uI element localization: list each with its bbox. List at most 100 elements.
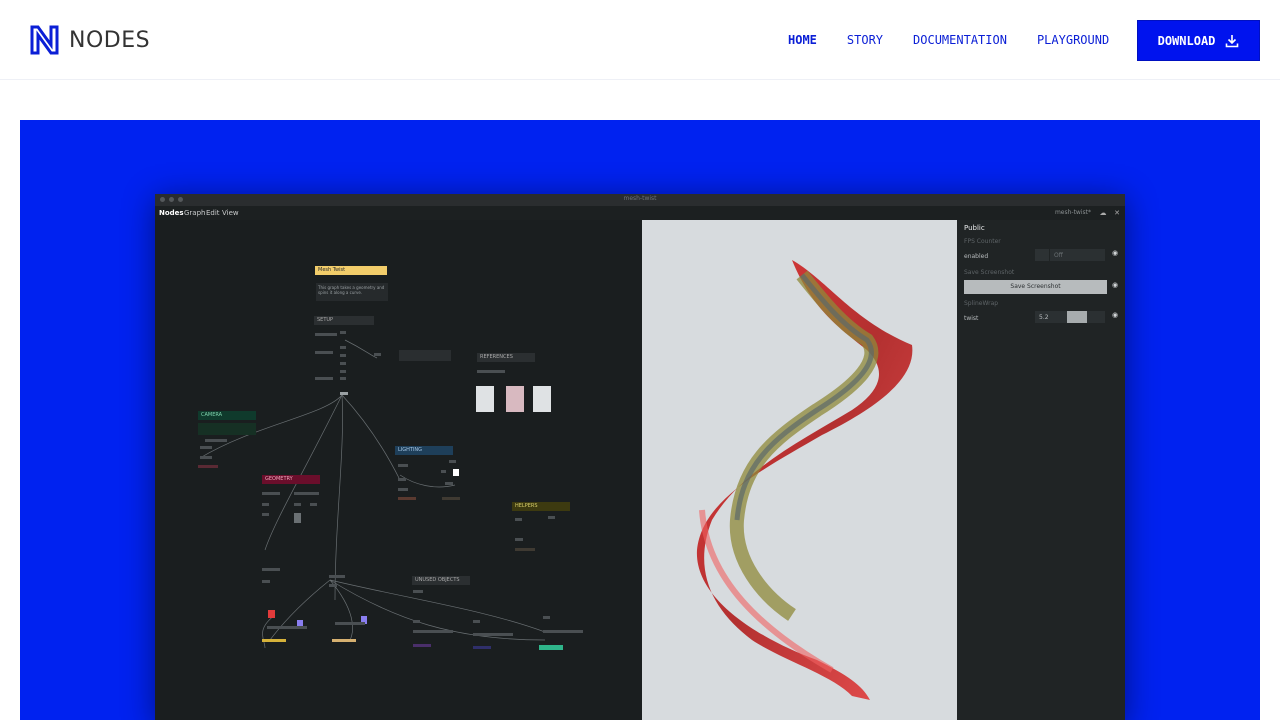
logo[interactable]: NODES (30, 25, 150, 55)
menu-view[interactable]: View (222, 209, 239, 217)
nav-home[interactable]: HOME (788, 33, 817, 47)
unused-output-node[interactable] (473, 646, 491, 649)
setup-node[interactable] (340, 354, 346, 357)
setup-node[interactable] (374, 353, 381, 356)
unused-node[interactable] (413, 630, 453, 633)
group-helpers[interactable]: HELPERS (512, 502, 570, 511)
site-header: NODES HOME STORY DOCUMENTATION PLAYGROUN… (0, 0, 1280, 80)
setup-node[interactable] (340, 377, 346, 380)
helpers-node[interactable] (548, 516, 555, 519)
eye-icon[interactable]: ◉ (1112, 281, 1118, 289)
camera-node[interactable] (205, 439, 227, 442)
geometry-node[interactable] (262, 513, 269, 516)
geometry-node[interactable] (329, 575, 345, 578)
lighting-node[interactable] (445, 482, 453, 485)
geometry-node[interactable] (262, 568, 280, 571)
geometry-node[interactable] (267, 626, 307, 629)
logo-text: NODES (69, 27, 151, 53)
lighting-node[interactable] (398, 464, 408, 467)
unused-node[interactable] (413, 620, 420, 623)
group-references[interactable]: REFERENCES (477, 353, 535, 362)
geometry-output-node[interactable] (262, 639, 286, 642)
lighting-node[interactable] (398, 488, 408, 491)
group-lighting[interactable]: LIGHTING (395, 446, 453, 455)
menu-graph[interactable]: Graph (184, 209, 205, 217)
reference-thumbnail[interactable] (476, 386, 494, 412)
geometry-node[interactable] (310, 503, 317, 506)
lighting-node[interactable] (449, 460, 456, 463)
geometry-node[interactable] (262, 580, 270, 583)
reference-thumbnail[interactable] (506, 386, 524, 412)
twist-slider-handle[interactable] (1067, 311, 1087, 323)
camera-node[interactable] (200, 446, 212, 449)
node-mesh-twist-desc: This graph takes a geometry and spins it… (316, 283, 388, 301)
nav-playground[interactable]: PLAYGROUND (1037, 33, 1109, 47)
unused-node[interactable] (543, 616, 550, 619)
geometry-node[interactable] (335, 622, 365, 625)
camera-node[interactable] (200, 456, 212, 459)
unused-node[interactable] (543, 630, 583, 633)
download-button[interactable]: DOWNLOAD (1137, 20, 1260, 61)
app-menubar: Nodes Graph Edit View mesh-twist* ☁ ✕ (155, 206, 1125, 220)
unused-node[interactable] (413, 590, 423, 593)
setup-node[interactable] (340, 362, 346, 365)
menu-brand: Nodes (159, 209, 184, 217)
unused-node[interactable] (473, 620, 480, 623)
group-unused-objects[interactable]: UNUSED OBJECTS (412, 576, 470, 585)
fps-toggle-off[interactable]: Off (1050, 249, 1105, 261)
helpers-node[interactable] (515, 538, 523, 541)
download-label: DOWNLOAD (1157, 33, 1216, 48)
group-setup[interactable]: SETUP (314, 316, 374, 325)
cloud-icon[interactable]: ☁ (1099, 209, 1107, 217)
fullscreen-icon[interactable]: ✕ (1113, 209, 1121, 217)
geometry-node[interactable] (262, 492, 280, 495)
reference-thumbnail[interactable] (533, 386, 551, 412)
3d-viewport[interactable] (642, 220, 957, 720)
save-screenshot-button[interactable]: Save Screenshot (964, 280, 1107, 294)
group-geometry[interactable]: GEOMETRY (262, 475, 320, 484)
spline-section-label: SplineWrap (964, 300, 999, 307)
unused-node[interactable] (473, 633, 513, 636)
helpers-output-node[interactable] (515, 548, 535, 551)
setup-node[interactable] (315, 351, 333, 354)
geometry-color-swatch[interactable] (268, 610, 275, 618)
eye-icon[interactable]: ◉ (1112, 311, 1118, 319)
lighting-output-node[interactable] (398, 497, 416, 500)
camera-output-node[interactable] (198, 465, 218, 468)
lighting-node[interactable] (441, 470, 446, 473)
geometry-node[interactable] (329, 584, 337, 587)
fps-toggle-on[interactable] (1035, 249, 1049, 261)
setup-output-node[interactable] (340, 392, 348, 395)
setup-node[interactable] (340, 346, 346, 349)
geometry-node[interactable] (294, 492, 319, 495)
setup-node[interactable] (340, 331, 346, 334)
geometry-node[interactable] (294, 503, 301, 506)
setup-node[interactable] (315, 333, 337, 336)
menu-edit[interactable]: Edit (206, 209, 220, 217)
node-mesh-twist-title[interactable]: Mesh Twist (315, 266, 387, 275)
graph-editor[interactable]: Mesh Twist This graph takes a geometry a… (155, 220, 642, 720)
nav-story[interactable]: STORY (847, 33, 883, 47)
eye-icon[interactable]: ◉ (1112, 249, 1118, 257)
unused-output-node[interactable] (413, 644, 431, 647)
references-node[interactable] (477, 370, 505, 373)
lighting-node[interactable] (398, 478, 406, 481)
twist-slider[interactable]: 5.2 (1035, 311, 1105, 323)
nav-documentation[interactable]: DOCUMENTATION (913, 33, 1007, 47)
lighting-output-node[interactable] (442, 497, 460, 500)
setup-node[interactable] (315, 377, 333, 380)
geometry-node[interactable] (294, 513, 301, 523)
lighting-color-swatch[interactable] (453, 469, 459, 476)
unused-output-node[interactable] (539, 645, 563, 650)
twisted-mesh-render (696, 260, 913, 700)
setup-node[interactable] (340, 370, 346, 373)
setup-note (399, 350, 451, 361)
helpers-node[interactable] (515, 518, 522, 521)
logo-icon (30, 25, 59, 55)
parameters-panel: Public FPS Counter enabled Off ◉ Save Sc… (957, 220, 1125, 720)
geometry-output-node[interactable] (332, 639, 356, 642)
window-title: mesh-twist (623, 195, 657, 202)
geometry-node[interactable] (262, 503, 269, 506)
group-camera[interactable]: CAMERA (198, 411, 256, 420)
twist-label: twist (964, 315, 979, 322)
